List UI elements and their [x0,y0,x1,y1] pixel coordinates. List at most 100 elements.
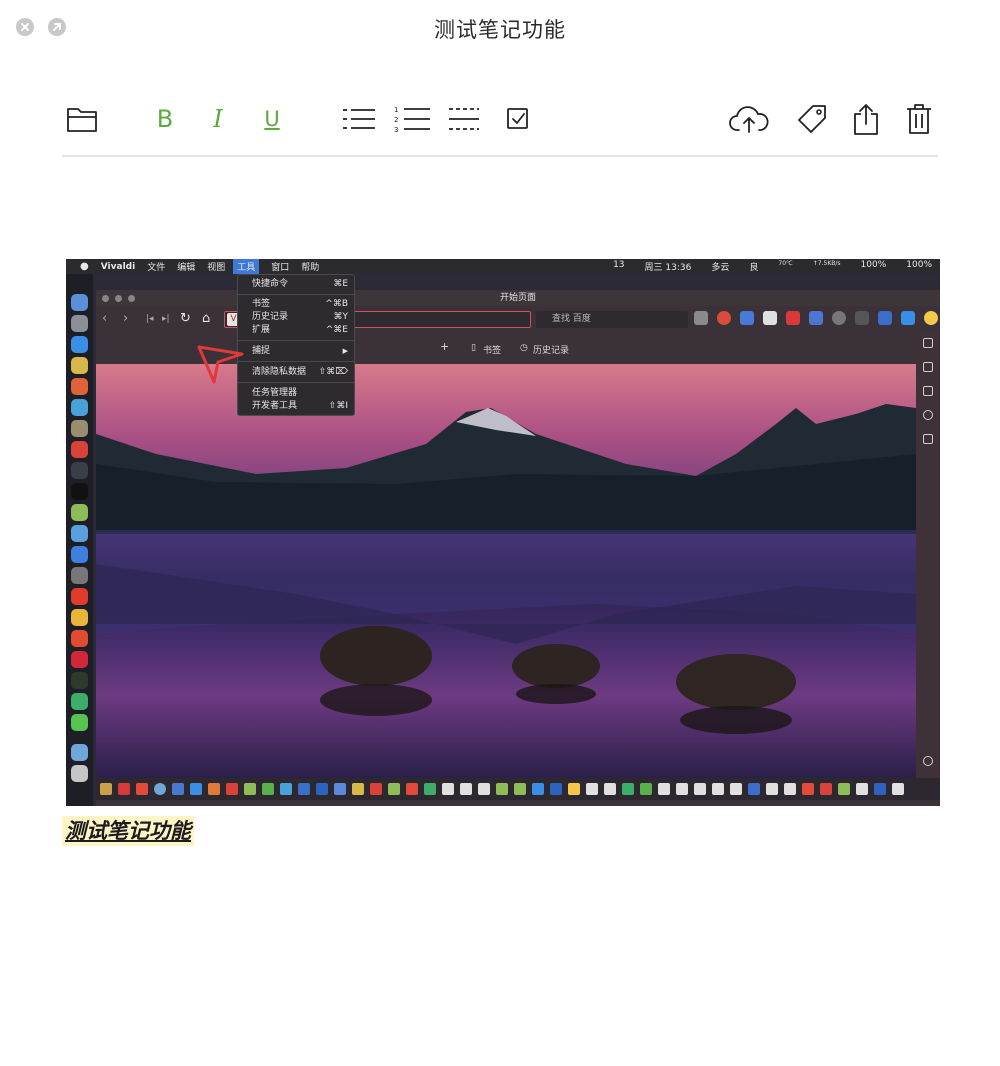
extension-icon [809,311,823,325]
menu-edit: 编辑 [177,263,196,273]
wechat-icon [71,714,88,731]
red-pointer-arrow-icon [197,345,244,384]
tag-icon [798,105,826,133]
extension-icon [855,311,869,325]
numbered-list-digit: 1 [394,106,398,114]
app-icon [71,420,88,437]
finder-icon [71,294,88,311]
bookmark-icon [748,783,760,795]
settings-icon [923,756,933,766]
bold-button[interactable]: B [150,96,180,142]
siri-icon [71,525,88,542]
bookmark-icon [550,783,562,795]
app-icon [71,672,88,689]
apple-icon: ● [80,261,89,272]
menu-status-area: 13 周三 13:36 多云 良 70℃ ↑7.5KB/s 100% 100% [601,260,932,273]
weibo-icon [71,630,88,647]
app-store-icon [71,546,88,563]
terminal-icon [71,483,88,500]
tools-dropdown-menu: 快捷命令 ⌘E 书签 ^⌘B 历史记录 ⌘Y 扩展 ^⌘E 捕捉 ▶ 清除隐私数… [237,274,355,416]
menubar-air: 良 [749,263,759,273]
search-field: 查找 百度 [536,311,688,328]
bullet-list-icon [343,109,375,129]
italic-button[interactable]: I [203,96,233,142]
extension-icon [878,311,892,325]
bookmark-icon [280,783,292,795]
menubar-brightness: 100% [860,260,887,270]
bullet-list-button[interactable] [339,96,379,142]
bookmark-icon [334,783,346,795]
extension-icon [694,311,708,325]
note-caption-text[interactable]: 测试笔记功能 [62,816,194,846]
extension-icon [740,311,754,325]
yandex-icon [71,588,88,605]
checkbox-button[interactable] [502,96,534,142]
delete-button[interactable] [902,96,936,142]
menu-item-history: 历史记录 ⌘Y [252,312,348,322]
mountain-lake-wallpaper [96,364,916,778]
bookmark-icon [172,783,184,795]
app-icon [71,693,88,710]
app-icon [71,378,88,395]
speed-dial-history: 历史记录 [533,346,570,356]
dashed-lines-icon [449,108,479,130]
bookmark-icon [478,783,490,795]
menu-help: 帮助 [301,263,320,273]
bookmark-icon [766,783,778,795]
embedded-screenshot-image[interactable]: ● Vivaldi 文件 编辑 视图 工具 窗口 帮助 13 周三 13:36 … [66,259,940,806]
bookmark-icon [712,783,724,795]
back-icon: ‹ [102,311,108,326]
bookmark-icon [514,783,526,795]
bookmark-icon [856,783,868,795]
browser-title-bar: 开始页面 [96,290,940,306]
menu-tools: 工具 [233,259,260,274]
folder-icon [71,744,88,761]
share-icon [854,104,878,135]
bookmark-icon [316,783,328,795]
trash-icon [71,765,88,782]
bookmark-icon [406,783,418,795]
menu-item-clear-private-data: 清除隐私数据 ⇧⌘⌦ [252,367,348,377]
bookmark-icon [424,783,436,795]
menu-app-name: Vivaldi [100,261,136,272]
bookmark-icon [190,783,202,795]
menu-item-extensions: 扩展 ^⌘E [252,325,348,335]
menu-item-developer-tools: 开发者工具 ⇧⌘I [252,401,348,411]
bookmark-icon [676,783,688,795]
notebook-folder-button[interactable] [62,96,102,142]
cloud-upload-button[interactable] [726,96,772,142]
menubar-temp: 70℃ [778,260,793,267]
trash-icon [907,104,931,134]
numbered-list-icon: 1 2 3 [394,106,430,134]
app-icon [71,504,88,521]
bookmark-icon [820,783,832,795]
chrome-icon [71,609,88,626]
title-bar: 测试笔记功能 [0,0,1000,56]
bookmark-icon [442,783,454,795]
rewind-icon: |◂ [146,314,154,324]
underline-button[interactable]: U [257,96,287,142]
bookmark-icon [874,783,886,795]
divider-button[interactable] [446,96,482,142]
mac-dock [66,274,93,806]
bookmark-icon [532,783,544,795]
bookmark-icon [622,783,634,795]
share-button[interactable] [850,96,882,142]
bookmark-icon: ▯ [471,343,476,353]
numbered-list-digit: 3 [394,126,398,134]
wechat-count: 13 [613,260,625,270]
bookmark-icon [838,783,850,795]
bookmark-icon [694,783,706,795]
menu-item-bookmarks: 书签 ^⌘B [252,299,348,309]
bookmark-icon [208,783,220,795]
numbered-list-button[interactable]: 1 2 3 [391,96,433,142]
bookmark-icon [460,783,472,795]
extension-icon [924,311,938,325]
menu-window: 窗口 [271,263,290,273]
numbered-list-digit: 2 [394,116,398,124]
tag-button[interactable] [794,96,830,142]
landscape-graphic [96,404,916,734]
menu-view: 视图 [207,263,226,273]
cloud-upload-icon [729,106,769,133]
extension-icon [717,311,731,325]
